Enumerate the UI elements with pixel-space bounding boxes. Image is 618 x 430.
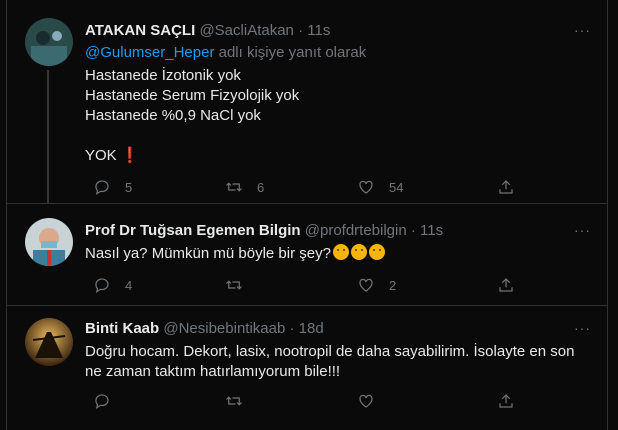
tweet-actions: 4 2 [85,276,587,296]
avatar[interactable] [25,218,73,266]
like-button[interactable]: 54 [357,178,403,196]
author-handle[interactable]: @Nesibebintikaab [163,320,285,337]
share-button[interactable] [497,276,515,294]
like-button[interactable] [357,392,389,410]
avatar-photo [25,218,73,266]
heart-icon [359,180,373,194]
reply-context-text: adlı kişiye yanıt olarak [214,44,367,61]
heart-icon [359,278,373,292]
share-button[interactable] [497,178,515,196]
retweet-icon [226,182,242,192]
reply-count: 5 [125,179,133,195]
tweet-header: Binti Kaab @Nesibebintikaab · 18d [85,320,324,337]
tweet-line: Hastanede Serum Fizyolojik yok [85,87,300,104]
timestamp[interactable]: 11s [420,222,443,239]
retweet-button[interactable]: 6 [225,178,264,196]
like-count: 54 [389,179,404,195]
retweet-button[interactable] [225,392,257,410]
timestamp[interactable]: 18d [299,320,324,337]
reply-button[interactable] [93,392,125,410]
tweet-line: Hastanede İzotonik yok [85,67,241,84]
thinking-face-icon [332,244,349,260]
reply-context: @Gulumser_Heper adlı kişiye yanıt olarak [85,44,366,61]
separator: · [410,222,416,239]
share-button[interactable] [497,392,515,410]
avatar-photo [25,18,73,66]
like-count: 2 [389,277,397,293]
tweet-3[interactable]: Binti Kaab @Nesibebintikaab · 18d ··· Do… [7,306,607,430]
reply-button[interactable]: 5 [93,178,132,196]
separator: · [298,22,304,39]
author-name[interactable]: Prof Dr Tuğsan Egemen Bilgin [85,222,301,239]
author-handle[interactable]: @profdrtebilgin [305,222,407,239]
tweet-header: Prof Dr Tuğsan Egemen Bilgin @profdrtebi… [85,222,443,239]
tweet-2[interactable]: Prof Dr Tuğsan Egemen Bilgin @profdrtebi… [7,204,607,305]
share-icon [499,278,513,292]
separator: · [289,320,295,337]
tweet-feed: ATAKAN SAÇLI @SacliAtakan · 11s ··· @Gul… [6,0,608,430]
tweet-line: Nasıl ya? Mümkün mü böyle bir şey? [85,245,331,262]
share-icon [499,180,513,194]
tweet-text: Hastanede İzotonik yok Hastanede Serum F… [85,66,590,166]
avatar[interactable] [25,318,73,366]
tweet-text: Doğru hocam. Dekort, lasix, nootropil de… [85,343,575,380]
thinking-face-icon [350,244,367,260]
avatar-photo [25,318,73,366]
tweet-header: ATAKAN SAÇLI @SacliAtakan · 11s [85,22,330,39]
reply-mention-link[interactable]: @Gulumser_Heper [85,44,214,61]
thread-line [47,70,49,203]
retweet-count: 6 [257,179,265,195]
author-name[interactable]: ATAKAN SAÇLI [85,22,195,39]
tweet-line: YOK ❗ [85,147,140,164]
author-name[interactable]: Binti Kaab [85,320,159,337]
reply-button[interactable]: 4 [93,276,132,294]
more-options-icon[interactable]: ··· [574,22,591,38]
reply-icon [95,278,109,294]
reply-icon [95,394,109,410]
retweet-icon [226,396,242,406]
retweet-icon [226,280,242,290]
retweet-button[interactable] [225,276,257,294]
thinking-face-icon [368,244,385,260]
author-handle[interactable]: @SacliAtakan [199,22,293,39]
share-icon [499,394,513,408]
more-options-icon[interactable]: ··· [574,222,591,238]
reply-count: 4 [125,277,133,293]
tweet-1[interactable]: ATAKAN SAÇLI @SacliAtakan · 11s ··· @Gul… [7,0,607,203]
reply-icon [95,180,109,196]
tweet-text: Nasıl ya? Mümkün mü böyle bir şey? [85,244,590,264]
like-button[interactable]: 2 [357,276,396,294]
timestamp[interactable]: 11s [307,22,330,39]
tweet-actions: 5 6 54 [85,178,587,198]
tweet-line: Hastanede %0,9 NaCl yok [85,107,261,124]
heart-icon [359,394,373,408]
more-options-icon[interactable]: ··· [574,320,591,336]
tweet-actions [85,392,587,412]
avatar[interactable] [25,18,73,66]
